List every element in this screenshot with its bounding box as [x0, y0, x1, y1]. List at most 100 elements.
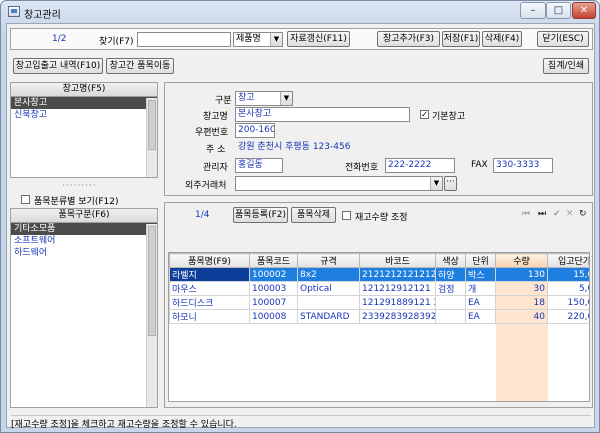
scrollbar-thumb[interactable]	[148, 226, 156, 336]
table-cell[interactable]: 40	[495, 309, 548, 324]
table-cell[interactable]: 150,00	[547, 295, 589, 310]
warehouse-item[interactable]: 본사창고	[11, 97, 157, 109]
default-warehouse-checkbox[interactable]: ✓	[420, 110, 429, 119]
table-cell[interactable]: EA	[465, 295, 496, 310]
table-row[interactable]: 라벨지1000028x2212121212121212하양박스13015,00	[169, 267, 589, 282]
warehouse-list-panel: 창고명(F5) 본사창고 신북창고	[10, 82, 158, 178]
table-cell[interactable]: 121212912121	[359, 281, 436, 296]
phone-input[interactable]: 222-2222	[385, 158, 455, 173]
warehouse-list-scrollbar[interactable]	[146, 98, 157, 177]
vendor-select[interactable]: ▼	[235, 176, 443, 191]
table-cell[interactable]: STANDARD	[297, 309, 360, 324]
table-cell[interactable]: 130	[495, 267, 548, 282]
column-header[interactable]: 입고단가	[547, 253, 589, 268]
column-header[interactable]: 품목코드	[249, 253, 298, 268]
add-warehouse-button[interactable]: 창고추가(F3)	[377, 31, 440, 47]
delete-item-button[interactable]: 품목삭제	[291, 207, 336, 223]
delete-button[interactable]: 삭제(F4)	[482, 31, 522, 47]
column-header[interactable]: 바코드	[359, 253, 436, 268]
register-item-button[interactable]: 품목등록(F2)	[233, 207, 288, 223]
title-bar[interactable]: 창고관리 – □ ✕	[1, 1, 599, 23]
table-cell[interactable]: 30	[495, 281, 548, 296]
save-button[interactable]: 저장(F1)	[442, 31, 480, 47]
category-item[interactable]: 소프트웨어	[11, 235, 157, 247]
close-window-button[interactable]: ✕	[572, 2, 596, 19]
adjust-stock-checkbox[interactable]	[342, 211, 351, 220]
column-header[interactable]: 규격	[297, 253, 360, 268]
table-cell[interactable]: 220,00	[547, 309, 589, 324]
table-row[interactable]: 하드디스크100007 121291889121 2 EA18150,00	[169, 295, 589, 310]
warehouse-list-header[interactable]: 창고명(F5)	[11, 83, 157, 97]
print-summary-button[interactable]: 집계/인쇄	[543, 58, 589, 74]
manager-label: 관리자	[203, 163, 228, 173]
search-input[interactable]	[137, 32, 231, 47]
table-cell[interactable]: 100008	[249, 309, 298, 324]
close-button[interactable]: 닫기(ESC)	[537, 31, 589, 47]
name-input[interactable]: 본사창고	[235, 107, 410, 122]
warehouse-item[interactable]: 신북창고	[11, 109, 157, 121]
category-list-header[interactable]: 품목구분(F6)	[11, 209, 157, 223]
table-cell[interactable]: EA	[465, 309, 496, 324]
minimize-button[interactable]: –	[520, 2, 546, 19]
column-header[interactable]: 단위	[465, 253, 496, 268]
category-view-checkbox[interactable]	[21, 195, 30, 204]
table-cell[interactable]: 5,00	[547, 281, 589, 296]
zip-input[interactable]: 200-160	[235, 123, 275, 138]
vendor-lookup-button[interactable]: ···	[444, 176, 457, 191]
table-cell[interactable]: 8x2	[297, 267, 360, 282]
table-cell[interactable]: 박스	[465, 267, 496, 282]
table-cell[interactable]: 하양	[435, 267, 466, 282]
table-cell[interactable]: 100002	[249, 267, 298, 282]
search-field-select[interactable]: 제품명 ▼	[233, 32, 283, 47]
table-cell[interactable]: 마우스	[169, 281, 250, 296]
column-header[interactable]: 품목명(F9)	[169, 253, 250, 268]
table-cell[interactable]	[435, 309, 466, 324]
phone-label: 전화번호	[345, 163, 379, 173]
manager-input[interactable]: 홍길동	[235, 158, 283, 173]
last-record-icon[interactable]: ⏭	[538, 209, 546, 219]
maximize-button[interactable]: □	[546, 2, 571, 19]
first-record-icon[interactable]: ⏮	[522, 209, 530, 219]
table-cell[interactable]: 개	[465, 281, 496, 296]
transfer-button[interactable]: 창고간 품목이동	[106, 58, 174, 74]
adjust-stock-label: 재고수량 조정	[355, 213, 408, 223]
items-grid-container: 품목명(F9) 품목코드 규격 바코드 색상 단위 수량 입고단가 라벨지 100…	[168, 252, 590, 402]
table-cell[interactable]	[435, 295, 466, 310]
category-item[interactable]: 하드웨어	[11, 247, 157, 259]
table-cell[interactable]: 하모니	[169, 309, 250, 324]
table-cell[interactable]: 검정	[435, 281, 466, 296]
refresh-icon[interactable]: ↻	[579, 209, 587, 219]
cancel-icon[interactable]: ✕	[566, 209, 574, 219]
table-cell[interactable]: Optical	[297, 281, 360, 296]
refresh-button[interactable]: 자료갱신(F11)	[287, 31, 350, 47]
status-bar: [재고수량 조정]을 체크하고 재고수량을 조정할 수 있습니다.	[11, 415, 591, 430]
table-cell[interactable]: 15,00	[547, 267, 589, 282]
table-cell[interactable]: 100003	[249, 281, 298, 296]
column-header[interactable]: 수량	[495, 253, 548, 268]
table-cell[interactable]: 하드디스크	[169, 295, 250, 310]
table-row[interactable]: 마우스100003Optical121212912121검정개305,00	[169, 281, 589, 296]
table-cell[interactable]: 121291889121 2	[359, 295, 436, 310]
table-cell[interactable]	[297, 295, 360, 310]
category-list-scrollbar[interactable]	[146, 224, 157, 407]
table-cell[interactable]: 라벨지	[169, 267, 250, 282]
top-toolbar: 1/2 찾기(F7) 제품명 ▼ 자료갱신(F11) 창고추가(F3) 저장(F1…	[10, 28, 593, 50]
warehouse-detail-panel: 구분 창고 ▼ 창고명 본사창고 ✓ 기본창고 우편번호 200-160 주 소 …	[164, 82, 593, 196]
column-header[interactable]: 색상	[435, 253, 466, 268]
table-cell[interactable]: 18	[495, 295, 548, 310]
address-input[interactable]: 강원 춘천시 후평동 123-456	[235, 140, 555, 155]
grid-empty-area	[170, 324, 250, 402]
table-row[interactable]: 하모니100008STANDARD23392839283923 EA40220,0…	[169, 309, 589, 324]
find-label: 찾기(F7)	[99, 37, 134, 47]
table-cell[interactable]: 212121212121212	[359, 267, 436, 282]
category-item[interactable]: 기타소모품	[11, 223, 157, 235]
confirm-icon[interactable]: ✔	[553, 209, 561, 219]
fax-input[interactable]: 330-3333	[493, 158, 553, 173]
fax-label: FAX	[471, 160, 488, 170]
splitter-grip[interactable]: ·········	[62, 181, 97, 191]
type-select[interactable]: 창고 ▼	[235, 91, 293, 106]
scrollbar-thumb[interactable]	[148, 100, 156, 150]
inout-history-button[interactable]: 창고입출고 내역(F10)	[13, 58, 103, 74]
table-cell[interactable]: 23392839283923	[359, 309, 436, 324]
table-cell[interactable]: 100007	[249, 295, 298, 310]
